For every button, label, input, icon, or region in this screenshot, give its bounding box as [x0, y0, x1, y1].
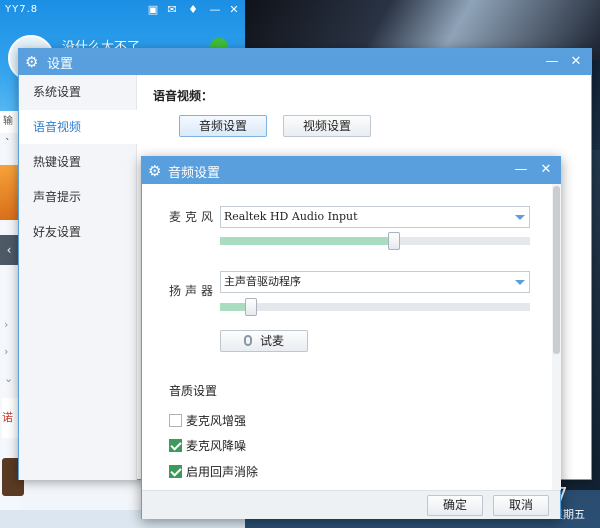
- audio-dialog-title: 音频设置: [168, 166, 221, 181]
- ok-button[interactable]: 确定: [427, 495, 483, 516]
- option-echo-cancellation[interactable]: 启用回声消除: [169, 463, 258, 479]
- gear-icon: ⚙: [148, 162, 162, 180]
- settings-sidebar: 系统设置 语音视频 热键设置 声音提示 好友设置: [19, 75, 137, 480]
- chevron-right-icon[interactable]: ›: [4, 345, 16, 359]
- cancel-button[interactable]: 取消: [493, 495, 549, 516]
- minimize-icon[interactable]: —: [208, 3, 222, 17]
- minimize-button[interactable]: —: [543, 53, 561, 71]
- audio-footer: 确定 取消: [142, 490, 560, 519]
- minimize-button[interactable]: —: [512, 161, 530, 179]
- audio-settings-dialog: ⚙ 音频设置 — ✕ 麦克风 Realtek HD Audio Input 扬声…: [141, 156, 561, 519]
- microphone-volume-slider[interactable]: [220, 232, 530, 250]
- speaker-volume-handle[interactable]: [245, 298, 257, 316]
- microphone-volume-fill: [220, 237, 394, 245]
- speaker-selected-value: 主声音驱动程序: [224, 275, 301, 288]
- echo-cancellation-label: 启用回声消除: [186, 465, 259, 479]
- mic-boost-label: 麦克风增强: [186, 414, 247, 428]
- microphone-label: 麦克风: [169, 210, 218, 224]
- test-mic-label: 试麦: [259, 334, 284, 348]
- speaker-select[interactable]: 主声音驱动程序: [220, 271, 530, 293]
- message-icon[interactable]: ✉: [165, 3, 179, 17]
- shirt-icon[interactable]: ♦: [186, 3, 200, 17]
- chevron-down-icon[interactable]: ⌄: [4, 372, 16, 386]
- close-button[interactable]: ✕: [567, 53, 585, 71]
- echo-cancellation-checkbox[interactable]: [169, 465, 182, 478]
- sidebar-item-friends[interactable]: 好友设置: [19, 215, 137, 249]
- chevron-left-icon[interactable]: ‹: [0, 235, 18, 265]
- settings-title: 设置: [47, 57, 74, 72]
- noise-reduction-checkbox[interactable]: [169, 439, 182, 452]
- sidebar-item-hotkeys[interactable]: 热键设置: [19, 145, 137, 179]
- microphone-selected-value: Realtek HD Audio Input: [224, 210, 358, 223]
- mic-boost-checkbox[interactable]: [169, 414, 182, 427]
- speaker-label: 扬声器: [169, 284, 218, 298]
- tab-audio-settings[interactable]: 音频设置: [179, 115, 267, 137]
- yy-input-hint[interactable]: 输入: [0, 111, 20, 149]
- yy-app-title: YY7.8: [5, 4, 39, 15]
- audio-scrollbar-thumb[interactable]: [553, 186, 560, 354]
- chevron-down-icon: [515, 215, 525, 220]
- close-button[interactable]: ✕: [537, 161, 555, 179]
- microphone-select[interactable]: Realtek HD Audio Input: [220, 206, 530, 228]
- tab-video-settings[interactable]: 视频设置: [283, 115, 371, 137]
- test-mic-button[interactable]: 试麦: [220, 330, 308, 352]
- speaker-volume-slider[interactable]: [220, 298, 530, 316]
- sidebar-item-voice-video[interactable]: 语音视频: [19, 110, 137, 144]
- sidebar-item-sound-alerts[interactable]: 声音提示: [19, 180, 137, 214]
- gear-icon: ⚙: [25, 53, 39, 71]
- settings-title-bar[interactable]: ⚙ 设置 — ✕: [19, 49, 591, 75]
- chevron-down-icon: [515, 280, 525, 285]
- audio-title-bar[interactable]: ⚙ 音频设置 — ✕: [142, 157, 560, 184]
- skin-icon[interactable]: ▣: [146, 3, 160, 17]
- microphone-icon: [243, 335, 252, 346]
- section-title: 语音视频：: [153, 89, 214, 103]
- chevron-right-icon[interactable]: ›: [4, 318, 16, 332]
- microphone-volume-handle[interactable]: [388, 232, 400, 250]
- close-icon[interactable]: ✕: [227, 3, 241, 17]
- quality-settings-title: 音质设置: [169, 384, 218, 398]
- audio-scrollbar[interactable]: [552, 184, 561, 490]
- option-noise-reduction[interactable]: 麦克风降噪: [169, 437, 246, 453]
- option-mic-boost[interactable]: 麦克风增强: [169, 412, 246, 428]
- noise-reduction-label: 麦克风降噪: [186, 439, 247, 453]
- sidebar-item-system[interactable]: 系统设置: [19, 75, 137, 109]
